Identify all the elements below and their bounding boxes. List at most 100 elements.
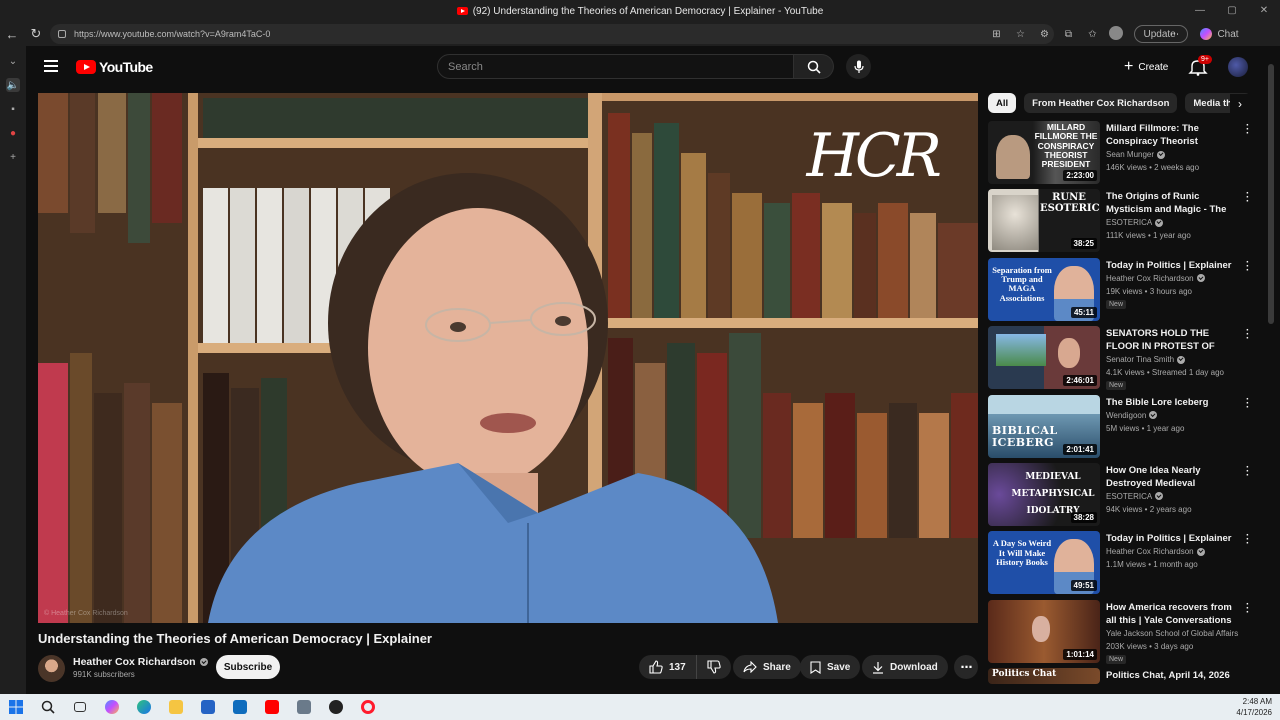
search-icon[interactable] (32, 694, 64, 720)
window-controls: — ▢ ✕ (1184, 0, 1280, 22)
video-thumbnail[interactable]: BIBLICAL ICEBERG 2:01:41 (988, 394, 1100, 458)
search-button[interactable] (794, 54, 834, 79)
scrollbar-thumb[interactable] (1268, 64, 1274, 324)
recommendation-item[interactable]: MILLARD FILLMORE THE CONSPIRACY THEORIST… (988, 121, 1258, 189)
more-options-icon[interactable]: · · · (1246, 121, 1249, 139)
video-thumbnail[interactable]: RUNE ESOTERICISM 38:25 (988, 189, 1100, 253)
more-options-icon[interactable]: · · · (1246, 326, 1249, 344)
youtube-logo[interactable]: YouTube (76, 59, 153, 75)
browser-toolbar: ← ↻ https://www.youtube.com/watch?v=A9ra… (0, 22, 1280, 46)
search-input[interactable]: Search (437, 54, 794, 79)
more-options-icon[interactable]: · · · (1246, 462, 1249, 480)
more-actions-button[interactable]: ⋯ (954, 655, 978, 679)
tab-red-icon[interactable]: ● (6, 126, 20, 140)
download-button[interactable]: Download (862, 655, 948, 679)
channel-avatar[interactable] (38, 655, 65, 682)
chatgpt-icon[interactable] (320, 694, 352, 720)
outlook-icon[interactable] (224, 694, 256, 720)
video-thumbnail[interactable]: Separation from Trump and MAGA Associati… (988, 257, 1100, 321)
dislike-button[interactable] (697, 655, 731, 679)
extensions-icon[interactable]: ⚙ (1032, 29, 1056, 40)
reload-button[interactable]: ↻ (24, 22, 48, 46)
copilot-icon[interactable] (96, 694, 128, 720)
file-explorer-icon[interactable] (160, 694, 192, 720)
recommendation-item[interactable]: 1:01:14 How America recovers from all th… (988, 599, 1258, 668)
minimize-button[interactable]: — (1184, 0, 1216, 22)
recommendation-item[interactable]: A Day So Weird It Will Make History Book… (988, 531, 1258, 599)
recommendation-item[interactable]: BIBLICAL ICEBERG 2:01:41 The Bible Lore … (988, 394, 1258, 463)
chip-all[interactable]: All (988, 93, 1017, 113)
search-icon (807, 60, 821, 74)
collections-icon[interactable]: ⧉ (1056, 29, 1080, 40)
share-icon (743, 661, 757, 673)
chevron-right-icon[interactable]: › (1230, 94, 1250, 114)
app-icon[interactable] (288, 694, 320, 720)
recommendation-item[interactable]: Separation from Trump and MAGA Associati… (988, 257, 1258, 326)
more-options-icon[interactable]: · · · (1246, 599, 1249, 617)
recommendations-list: MILLARD FILLMORE THE CONSPIRACY THEORIST… (988, 121, 1258, 720)
save-button[interactable]: Save (800, 655, 861, 679)
verified-icon (199, 658, 208, 666)
share-button[interactable]: Share (733, 655, 801, 679)
store-icon[interactable] (192, 694, 224, 720)
more-options-icon[interactable]: · · · (1246, 189, 1249, 207)
update-button[interactable]: Update ⋯ (1134, 25, 1188, 43)
back-button[interactable]: ← (0, 22, 24, 46)
youtube-play-icon (76, 60, 96, 74)
recommendation-item[interactable]: MEDIEVAL METAPHYSICAL IDOLATRY 38:28 How… (988, 462, 1258, 531)
copilot-chat-button[interactable]: Chat (1200, 28, 1240, 40)
opera-icon[interactable] (352, 694, 384, 720)
recommendation-item[interactable]: 2:46:01 SENATORS HOLD THE FLOOR IN PROTE… (988, 326, 1258, 394)
new-tab-icon[interactable]: + (6, 150, 20, 164)
window-title: (92) Understanding the Theories of Ameri… (472, 5, 824, 17)
copilot-icon (1200, 28, 1212, 40)
like-dislike-group: 137 (639, 655, 731, 679)
video-thumbnail[interactable]: Politics Chat (988, 668, 1100, 685)
chevron-down-icon[interactable]: ⌄ (6, 54, 20, 68)
avatar[interactable] (1228, 57, 1248, 77)
verified-icon (1157, 150, 1166, 159)
browser-toolbar-icons: ⊞ ☆ ⚙ ⧉ ✩ Update ⋯ Chat (984, 22, 1240, 46)
star-icon[interactable]: ☆ (1008, 29, 1032, 40)
audio-tab-icon[interactable]: 🔈 (6, 78, 20, 92)
video-thumbnail[interactable]: MILLARD FILLMORE THE CONSPIRACY THEORIST… (988, 121, 1100, 184)
create-button[interactable]: + Create (1114, 55, 1178, 79)
system-clock[interactable]: 2:48 AM 4/17/2026 (1236, 696, 1272, 718)
video-thumbnail[interactable]: 2:46:01 (988, 326, 1100, 390)
download-icon (873, 661, 883, 674)
page-scrollbar[interactable] (1268, 50, 1274, 690)
more-options-icon[interactable]: · · · (1246, 394, 1249, 412)
video-watermark: © Heather Cox Richardson (44, 610, 128, 617)
menu-icon[interactable] (44, 60, 58, 72)
video-thumbnail[interactable]: A Day So Weird It Will Make History Book… (988, 531, 1100, 595)
tab-icon[interactable]: ▪ (6, 102, 20, 116)
edge-browser-icon[interactable] (128, 694, 160, 720)
apps-icon[interactable]: ⊞ (984, 29, 1008, 40)
voice-search-button[interactable] (846, 54, 871, 79)
video-title: Understanding the Theories of American D… (38, 631, 432, 646)
verified-icon (1155, 492, 1164, 501)
close-button[interactable]: ✕ (1248, 0, 1280, 22)
plus-icon: + (1124, 58, 1134, 75)
like-button[interactable]: 137 (639, 655, 697, 679)
verified-icon (1196, 547, 1205, 556)
channel-name[interactable]: Heather Cox Richardson (73, 656, 208, 668)
recommendation-item[interactable]: RUNE ESOTERICISM 38:25 The Origins of Ru… (988, 189, 1258, 257)
start-icon[interactable] (0, 694, 32, 720)
chip-from-channel[interactable]: From Heather Cox Richardson (1024, 93, 1178, 113)
maximize-button[interactable]: ▢ (1216, 0, 1248, 22)
more-options-icon[interactable]: · · · (1246, 257, 1249, 275)
video-player[interactable]: HCR © Heather Cox Richardson (38, 93, 978, 623)
favorites-icon[interactable]: ✩ (1080, 29, 1104, 40)
more-options-icon[interactable]: · · · (1246, 531, 1249, 549)
video-thumbnail[interactable]: 1:01:14 (988, 599, 1100, 663)
subscribe-button[interactable]: Subscribe (216, 655, 280, 679)
hcr-overlay-logo: HCR (806, 121, 942, 191)
profile-icon[interactable] (1104, 25, 1128, 43)
address-bar[interactable]: https://www.youtube.com/watch?v=A9ram4Ta… (50, 24, 1054, 44)
task-view-icon[interactable] (64, 694, 96, 720)
verified-icon (1177, 355, 1186, 364)
video-thumbnail[interactable]: MEDIEVAL METAPHYSICAL IDOLATRY 38:28 (988, 462, 1100, 526)
capitol-image (996, 334, 1046, 367)
youtube-app-icon[interactable] (256, 694, 288, 720)
